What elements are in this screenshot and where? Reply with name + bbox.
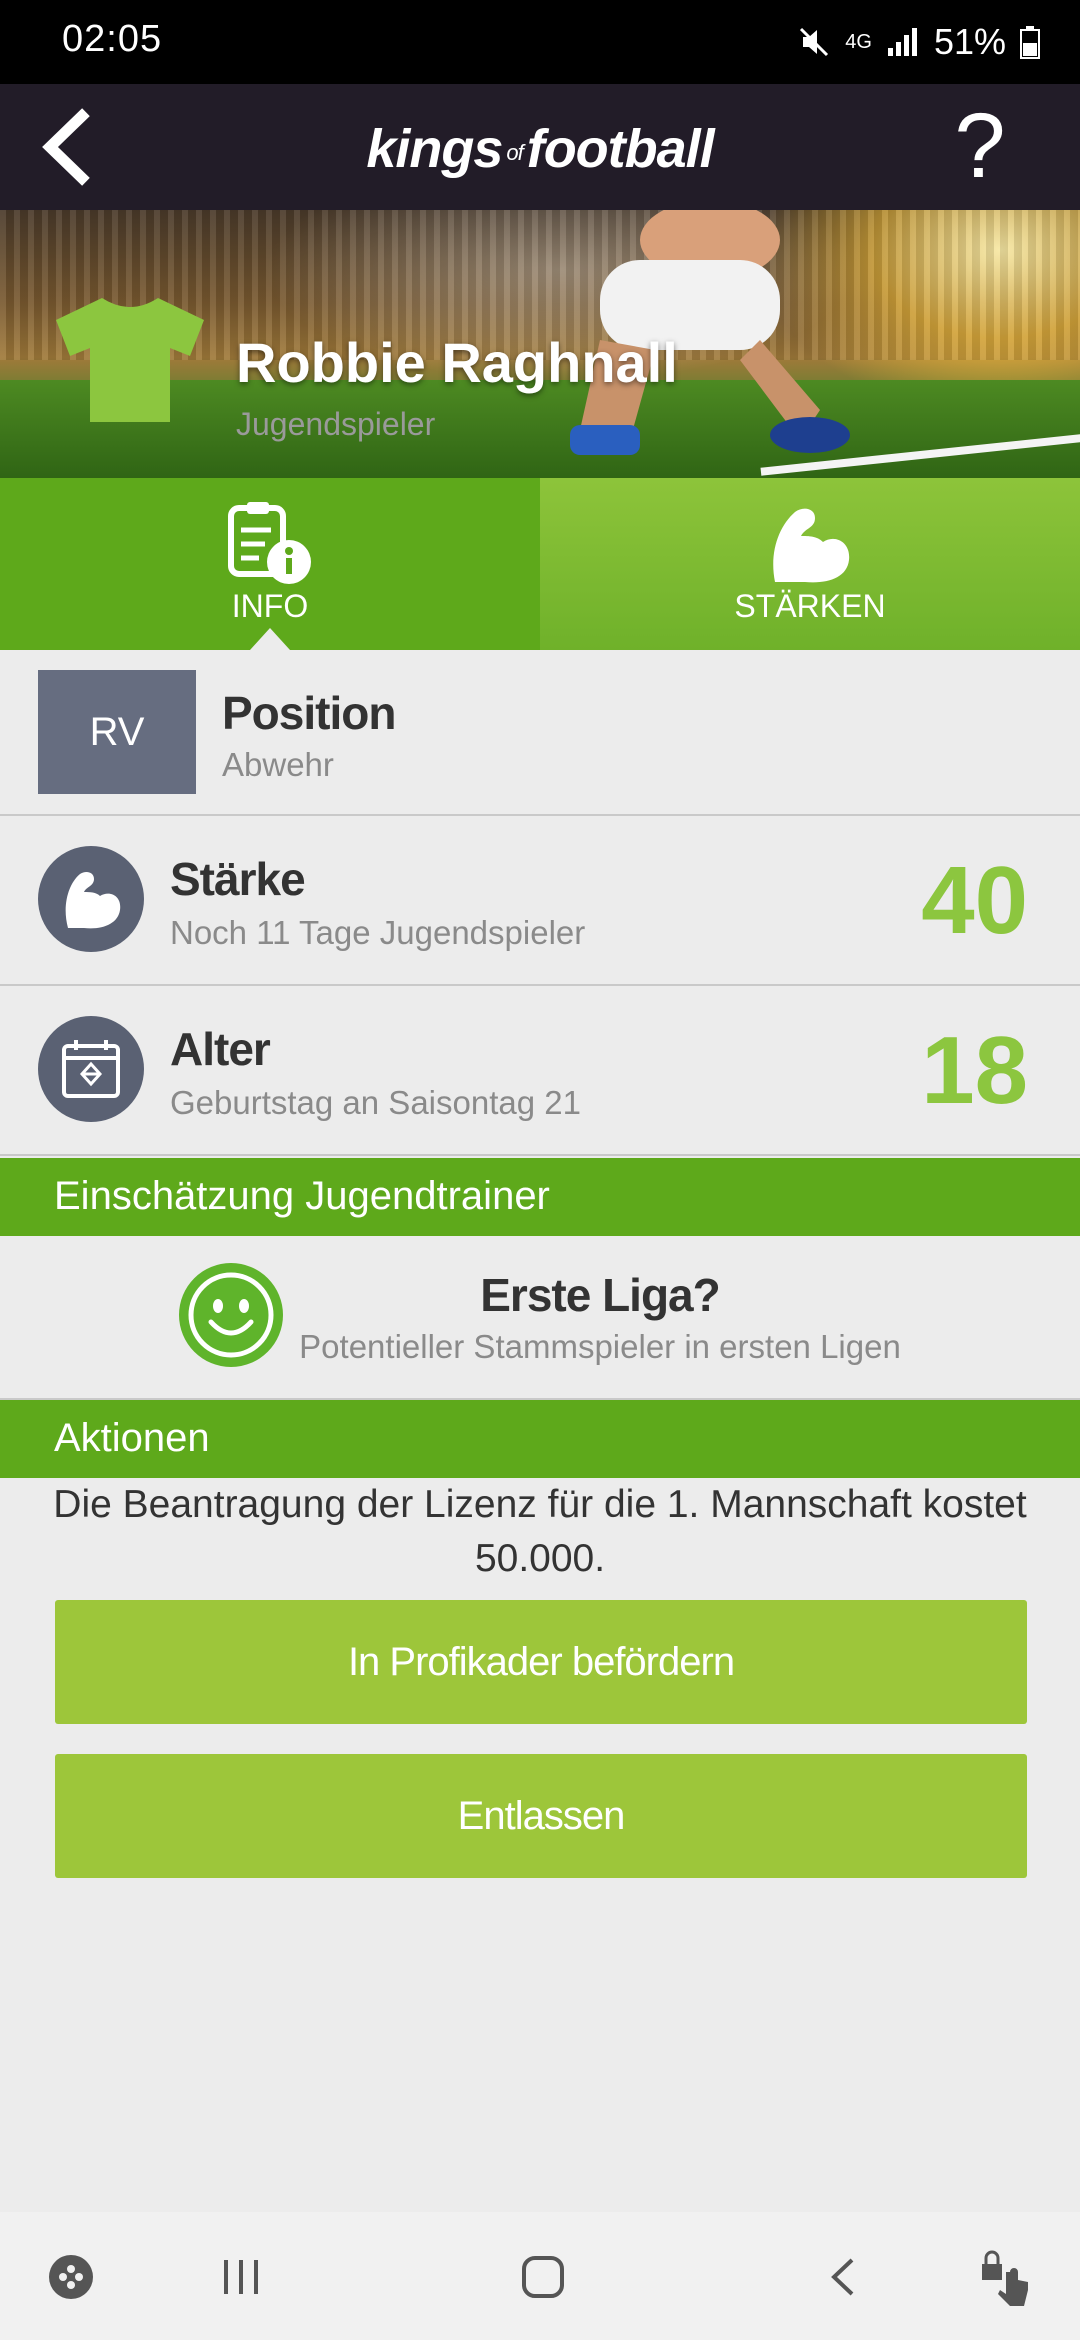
battery-percent: 51% — [933, 21, 1006, 62]
tab-bar: INFO STÄRKEN — [0, 478, 1080, 650]
app-header: kings offootball ? — [0, 84, 1080, 210]
player-hero-banner: Robbie Raghnall Jugendspieler — [0, 210, 1080, 478]
trainer-section-title: Einschätzung Jugendtrainer — [54, 1174, 550, 1218]
app-logo: kings offootball — [0, 118, 1080, 180]
tab-info-label: INFO — [231, 588, 309, 624]
signal-icon — [887, 28, 917, 56]
trainer-section-header: Einschätzung Jugendtrainer — [0, 1158, 1080, 1236]
status-time: 02:05 — [62, 18, 163, 60]
recents-button[interactable] — [206, 2242, 276, 2312]
mute-icon — [800, 27, 829, 57]
strength-icon-circle — [38, 846, 144, 952]
status-bar: 02:05 4G 51% — [0, 0, 1080, 84]
strength-value: 40 — [921, 847, 1028, 954]
tab-staerken-label: STÄRKEN — [734, 588, 886, 624]
strength-row: Stärke Noch 11 Tage Jugendspieler 40 — [0, 816, 1080, 986]
back-arrow-icon — [831, 2258, 854, 2296]
dismiss-button[interactable]: Entlassen — [55, 1754, 1027, 1878]
strength-subtitle: Noch 11 Tage Jugendspieler — [170, 914, 586, 951]
position-row: RV Position Abwehr — [0, 650, 1080, 816]
info-document-icon — [228, 502, 311, 584]
promote-button[interactable]: In Profikader befördern — [55, 1600, 1027, 1724]
position-value: Abwehr — [222, 746, 334, 783]
player-name: Robbie Raghnall — [236, 331, 678, 394]
active-tab-pointer — [250, 628, 290, 650]
recents-icon — [224, 2260, 258, 2294]
system-nav-bar — [0, 2212, 1080, 2340]
strength-title: Stärke — [170, 853, 306, 905]
tab-info[interactable]: INFO — [0, 478, 540, 650]
muscle-arm-icon — [773, 508, 850, 583]
logo-of: of — [506, 139, 523, 165]
logo-kings: kings — [366, 119, 503, 179]
calendar-icon — [62, 1040, 120, 1098]
back-nav-button[interactable] — [810, 2242, 880, 2312]
game-launcher-button[interactable] — [36, 2242, 106, 2312]
age-subtitle: Geburtstag an Saisontag 21 — [170, 1084, 581, 1121]
logo-football: football — [526, 119, 715, 179]
actions-section-title: Aktionen — [54, 1416, 210, 1460]
age-row: Alter Geburtstag an Saisontag 21 18 — [0, 986, 1080, 1156]
home-button[interactable] — [508, 2242, 578, 2312]
actions-section-header: Aktionen — [0, 1400, 1080, 1478]
touch-lock-icon — [982, 2250, 1028, 2306]
home-icon — [522, 2256, 564, 2298]
touch-lock-button[interactable] — [972, 2242, 1042, 2312]
position-title: Position — [222, 687, 396, 739]
gamepad-icon — [49, 2255, 93, 2299]
muscle-arm-icon — [65, 871, 121, 929]
help-button[interactable]: ? — [940, 96, 1020, 196]
age-value: 18 — [921, 1017, 1028, 1124]
age-title: Alter — [170, 1023, 271, 1075]
tab-staerken[interactable]: STÄRKEN — [540, 478, 1080, 650]
trainer-assessment-subtitle: Potentieller Stammspieler in ersten Lige… — [299, 1328, 901, 1365]
trainer-assessment-row: Erste Liga? Potentieller Stammspieler in… — [0, 1236, 1080, 1400]
player-status: Jugendspieler — [236, 406, 436, 442]
license-cost-text: Die Beantragung der Lizenz für die 1. Ma… — [53, 1483, 1027, 1580]
shirt-icon — [56, 298, 204, 422]
battery-icon — [1020, 26, 1040, 59]
position-badge: RV — [38, 670, 196, 794]
network-label: 4G — [845, 30, 872, 53]
status-icons: 4G 51% — [797, 16, 1040, 68]
trainer-assessment-title: Erste Liga? — [480, 1269, 721, 1321]
age-icon-circle — [38, 1016, 144, 1122]
